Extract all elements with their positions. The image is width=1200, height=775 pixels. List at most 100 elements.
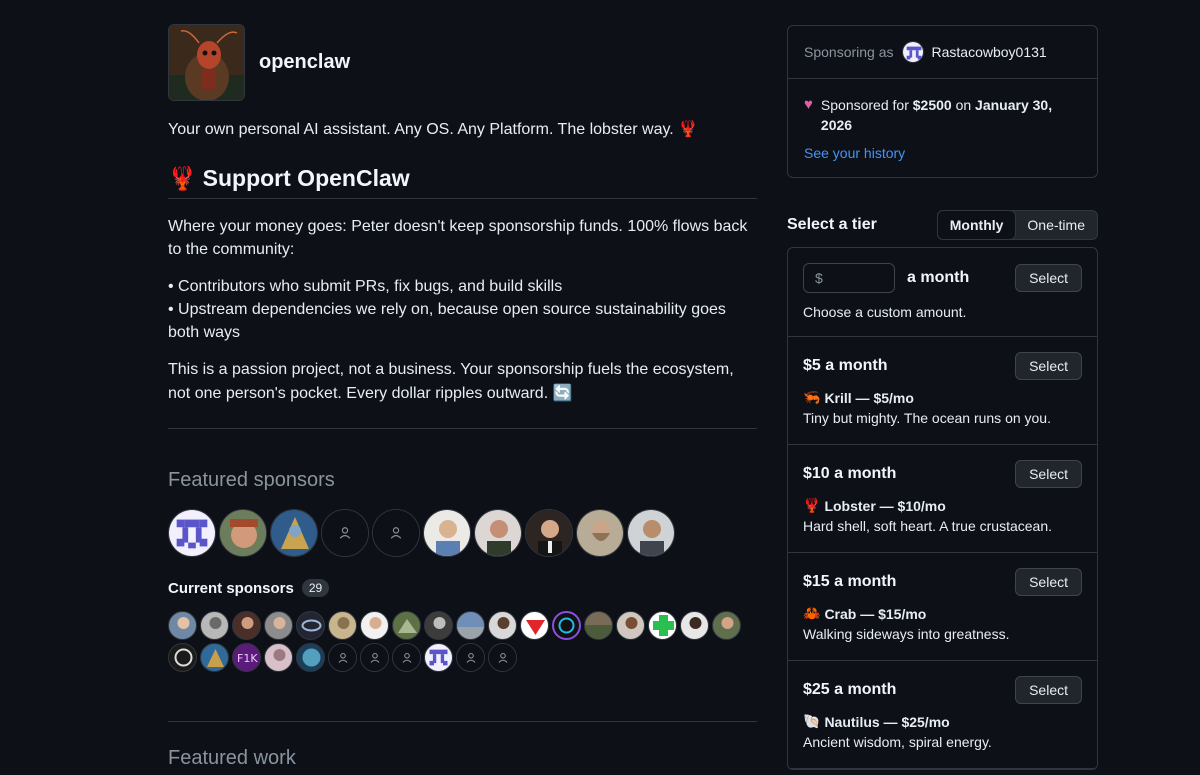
tier-name: 🦐 Krill — $5/mo (803, 390, 1082, 406)
heart-icon: ♥ (804, 96, 813, 113)
select-tier-button[interactable]: Select (1015, 460, 1082, 488)
lobster-icon: 🦞 (803, 498, 821, 514)
sponsor-avatar-placeholder[interactable] (392, 643, 421, 672)
tier-header: Select a tier Monthly One-time (787, 210, 1098, 240)
sponsor-avatar[interactable] (680, 611, 709, 640)
tagline-text: Your own personal AI assistant. Any OS. … (168, 121, 674, 138)
sponsor-avatar[interactable] (712, 611, 741, 640)
sponsor-avatar[interactable] (200, 611, 229, 640)
lobster-icon: 🦞 (678, 119, 699, 138)
custom-amount-suffix: a month (907, 269, 970, 286)
person-outline-icon (322, 510, 368, 556)
support-paragraph-2: This is a passion project, not a busines… (168, 358, 757, 405)
sponsoring-as-row: Sponsoring as Rastacowboy0131 (788, 26, 1097, 79)
one-time-toggle-button[interactable]: One-time (1015, 211, 1097, 239)
select-tier-button[interactable]: Select (1015, 568, 1082, 596)
sponsorship-status: ♥ Sponsored for $2500 on January 30, 202… (804, 95, 1081, 135)
custom-tier-row: $ a month Select (803, 263, 1082, 293)
current-sponsors-heading: Current sponsors (168, 579, 294, 597)
custom-tier: $ a month Select Choose a custom amount. (788, 248, 1097, 337)
tier-crab: $15 a month Select 🦀 Crab — $15/mo Walki… (788, 553, 1097, 661)
person-outline-icon (373, 510, 419, 556)
shell-icon: 🐚 (803, 714, 821, 730)
sponsor-avatar[interactable] (474, 509, 522, 557)
sponsor-avatar[interactable] (423, 509, 471, 557)
sponsor-avatar-placeholder[interactable] (456, 643, 485, 672)
support-bullet-list: • Contributors who submit PRs, fix bugs,… (168, 275, 757, 344)
person-outline-icon (457, 644, 484, 671)
sponsor-avatar[interactable] (616, 611, 645, 640)
select-tier-heading: Select a tier (787, 216, 877, 233)
current-sponsors-avatars: F1K (168, 611, 758, 672)
sponsor-avatar[interactable] (200, 643, 229, 672)
sponsor-avatar[interactable] (296, 611, 325, 640)
sponsor-avatar[interactable] (270, 509, 318, 557)
org-name[interactable]: openclaw (259, 51, 350, 74)
tier-list: $ a month Select Choose a custom amount.… (787, 247, 1098, 770)
tier-row: $25 a month Select (803, 676, 1082, 704)
sponsor-avatar[interactable] (552, 611, 581, 640)
lobster-icon: 🦞 (168, 166, 197, 192)
see-history-link[interactable]: See your history (804, 145, 905, 161)
svg-text:F1K: F1K (237, 652, 258, 665)
tier-name-text: Nautilus — $25/mo (824, 714, 950, 730)
select-tier-button[interactable]: Select (1015, 352, 1082, 380)
sponsor-avatar[interactable] (576, 509, 624, 557)
sponsor-avatar[interactable] (392, 611, 421, 640)
sponsor-avatar[interactable] (520, 611, 549, 640)
custom-tier-description: Choose a custom amount. (803, 304, 967, 320)
tier-name: 🦀 Crab — $15/mo (803, 606, 1082, 622)
sponsor-avatar[interactable] (648, 611, 677, 640)
sponsor-avatar-placeholder[interactable] (321, 509, 369, 557)
sponsor-avatar-placeholder[interactable] (488, 643, 517, 672)
sponsor-avatar[interactable] (264, 643, 293, 672)
tier-name-text: Lobster — $10/mo (824, 498, 946, 514)
sponsor-avatar[interactable]: F1K (232, 643, 261, 672)
sponsor-avatar-placeholder[interactable] (328, 643, 357, 672)
main-content: openclaw Your own personal AI assistant.… (168, 24, 757, 770)
refresh-arrows-icon: 🔄 (552, 383, 573, 402)
current-sponsors-header: Current sponsors 29 (168, 579, 757, 597)
sponsored-on: on (955, 97, 972, 113)
tier-lobster: $10 a month Select 🦞 Lobster — $10/mo Ha… (788, 445, 1097, 553)
sponsor-avatar[interactable] (360, 611, 389, 640)
sponsor-avatar[interactable] (232, 611, 261, 640)
tier-row: $5 a month Select (803, 352, 1082, 380)
sponsor-avatar[interactable] (219, 509, 267, 557)
sponsor-avatar[interactable] (424, 643, 453, 672)
sponsor-avatar[interactable] (328, 611, 357, 640)
sponsor-avatar[interactable] (424, 611, 453, 640)
org-avatar[interactable] (168, 24, 245, 101)
sponsor-avatar[interactable] (456, 611, 485, 640)
monthly-toggle-button[interactable]: Monthly (936, 210, 1017, 240)
support-heading: 🦞 Support OpenClaw (168, 165, 757, 199)
tier-nautilus: $25 a month Select 🐚 Nautilus — $25/mo A… (788, 661, 1097, 769)
sponsor-avatar[interactable] (168, 611, 197, 640)
sponsor-avatar[interactable] (296, 643, 325, 672)
sponsor-avatar[interactable] (488, 611, 517, 640)
sponsor-avatar[interactable] (584, 611, 613, 640)
select-custom-tier-button[interactable]: Select (1015, 264, 1082, 292)
support-heading-text: Support OpenClaw (202, 165, 410, 191)
sponsoring-card: Sponsoring as Rastacowboy0131 ♥ Sponsore… (787, 25, 1098, 178)
sponsor-avatar[interactable] (525, 509, 573, 557)
sponsor-avatar[interactable] (168, 509, 216, 557)
custom-amount-input[interactable]: $ (803, 263, 895, 293)
sponsor-avatar[interactable] (168, 643, 197, 672)
sponsor-avatar[interactable] (627, 509, 675, 557)
person-outline-icon (361, 644, 388, 671)
tier-description: Walking sideways into greatness. (803, 626, 1010, 642)
tier-description: Ancient wisdom, spiral energy. (803, 734, 992, 750)
user-avatar[interactable] (901, 41, 924, 63)
featured-sponsors-heading: Featured sponsors (168, 469, 335, 491)
sponsor-avatar-placeholder[interactable] (360, 643, 389, 672)
sponsor-avatar-placeholder[interactable] (372, 509, 420, 557)
tier-price: $5 a month (803, 357, 888, 374)
tier-name-text: Krill — $5/mo (824, 390, 914, 406)
sponsor-username[interactable]: Rastacowboy0131 (932, 44, 1047, 60)
select-tier-button[interactable]: Select (1015, 676, 1082, 704)
sponsor-sidebar: Sponsoring as Rastacowboy0131 ♥ Sponsore… (787, 25, 1098, 770)
tier-name: 🦞 Lobster — $10/mo (803, 498, 1082, 514)
tier-price: $15 a month (803, 573, 897, 590)
sponsor-avatar[interactable] (264, 611, 293, 640)
